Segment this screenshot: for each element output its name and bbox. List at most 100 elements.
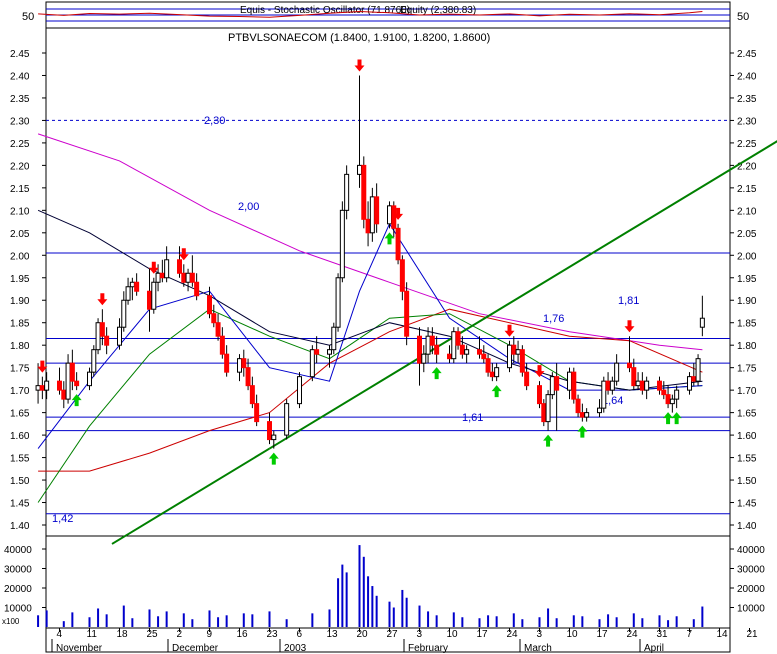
price-tick-label-right: 1.90 xyxy=(737,296,757,307)
volume-bar xyxy=(581,616,584,627)
candle-body xyxy=(241,358,247,369)
candle-body xyxy=(644,380,650,391)
price-tick-label-left: 2.25 xyxy=(10,139,30,150)
candle-body xyxy=(207,295,212,315)
x-day-label: 3 xyxy=(537,629,543,640)
x-day-label: 3 xyxy=(417,629,423,640)
price-tick-label-right: 1.95 xyxy=(737,274,757,285)
volume-bar xyxy=(367,576,370,627)
price-tick-label-left: 2.45 xyxy=(10,49,30,60)
candle-body xyxy=(687,376,692,391)
sell-arrow-icon xyxy=(97,293,108,306)
price-tick-label-right: 2.40 xyxy=(737,71,757,82)
candle-body xyxy=(74,380,80,387)
candle-body xyxy=(237,358,242,373)
candle-body xyxy=(639,380,645,391)
price-tick-label-right: 1.75 xyxy=(737,364,757,375)
price-tick-label-right: 1.55 xyxy=(737,454,757,465)
candle-body xyxy=(254,403,260,423)
volume-bar xyxy=(401,589,404,627)
x-day-label: 16 xyxy=(237,629,249,640)
price-tick-label-right: 1.45 xyxy=(737,499,757,510)
price-tick-label-left: 1.75 xyxy=(10,364,30,375)
candle-body xyxy=(485,358,491,373)
candle-body xyxy=(335,277,341,328)
volume-bar xyxy=(45,610,48,627)
candle-body xyxy=(194,281,200,297)
price-tick-label-left: 2.15 xyxy=(10,184,30,195)
price-tick-label-left: 2.40 xyxy=(10,71,30,82)
volume-bar xyxy=(268,611,271,627)
candle-body xyxy=(87,371,92,387)
price-tick-label-left: 2.10 xyxy=(10,206,30,217)
price-tick-label-right: 1.80 xyxy=(737,341,757,352)
candle-body xyxy=(164,259,170,279)
candle-body xyxy=(104,335,110,346)
top-panel: 50 50 Equis - Stochastic Oscillator (71.… xyxy=(22,5,749,23)
volume-bar xyxy=(521,619,524,627)
volume-bar xyxy=(88,617,91,627)
volume-tick-label-left: 30000 xyxy=(4,565,32,576)
volume-bar xyxy=(692,619,695,627)
candle-body xyxy=(159,272,165,279)
volume-tick-label-right: 10000 xyxy=(737,604,765,615)
x-day-label: 2 xyxy=(177,629,183,640)
candle-body xyxy=(545,394,551,423)
volume-bar xyxy=(371,586,374,627)
x-day-label: 4 xyxy=(57,629,63,640)
x-day-label: 11 xyxy=(87,629,98,640)
candle-body xyxy=(489,371,495,378)
candle-body xyxy=(147,290,152,310)
volume-bar xyxy=(358,545,361,627)
stochastic-level-right: 50 xyxy=(737,11,749,23)
volume-bar xyxy=(641,618,644,627)
candle-body xyxy=(455,331,461,346)
price-tick-label-left: 1.45 xyxy=(10,499,30,510)
volume-bar xyxy=(37,615,40,627)
candle-body xyxy=(584,412,590,418)
candle-body xyxy=(635,380,641,387)
candle-body xyxy=(309,349,315,378)
candle-body xyxy=(361,164,367,220)
candle-body xyxy=(434,344,440,355)
buy-arrow-icon xyxy=(384,232,395,245)
volume-bar xyxy=(632,613,635,627)
volume-bar xyxy=(337,578,340,627)
candle-body xyxy=(601,380,607,409)
x-month-label: April xyxy=(644,643,664,654)
volume-bar xyxy=(547,608,550,627)
candle-body xyxy=(284,403,290,436)
price-tick-label-left: 1.70 xyxy=(10,386,30,397)
buy-arrow-icon xyxy=(671,412,682,425)
volume-tick-label-left: 40000 xyxy=(4,545,32,556)
volume-bar xyxy=(148,609,151,627)
candle-body xyxy=(605,380,611,391)
price-tick-label-right: 2.30 xyxy=(737,116,757,127)
level-label: 1,81 xyxy=(618,295,639,307)
price-tick-label-left: 1.85 xyxy=(10,319,30,330)
price-tick-label-left: 2.05 xyxy=(10,229,30,240)
price-tick-label-right: 1.65 xyxy=(737,409,757,420)
volume-bar xyxy=(392,607,395,627)
candle-body xyxy=(224,353,230,373)
candle-body xyxy=(665,394,671,405)
candle-body xyxy=(549,376,555,396)
volume-bar xyxy=(157,616,160,627)
candle-body xyxy=(155,272,161,283)
candle-body xyxy=(425,335,431,355)
candle-body xyxy=(609,380,615,391)
price-header: PTBVLSONAECOM (1.8400, 1.9100, 1.8200, 1… xyxy=(228,32,490,44)
volume-bar xyxy=(495,616,498,627)
volume-bar xyxy=(341,564,344,627)
candle-body xyxy=(579,412,585,418)
candle-body xyxy=(541,403,547,423)
candle-body xyxy=(511,344,517,355)
candle-body xyxy=(669,398,675,405)
volume-tick-label-right: 20000 xyxy=(737,584,765,595)
price-tick-label-right: 2.35 xyxy=(737,94,757,105)
candle-body xyxy=(344,173,350,211)
volume-bar xyxy=(375,595,378,627)
candle-body xyxy=(481,353,487,360)
candle-body xyxy=(627,362,632,369)
x-month-label: December xyxy=(172,643,219,654)
